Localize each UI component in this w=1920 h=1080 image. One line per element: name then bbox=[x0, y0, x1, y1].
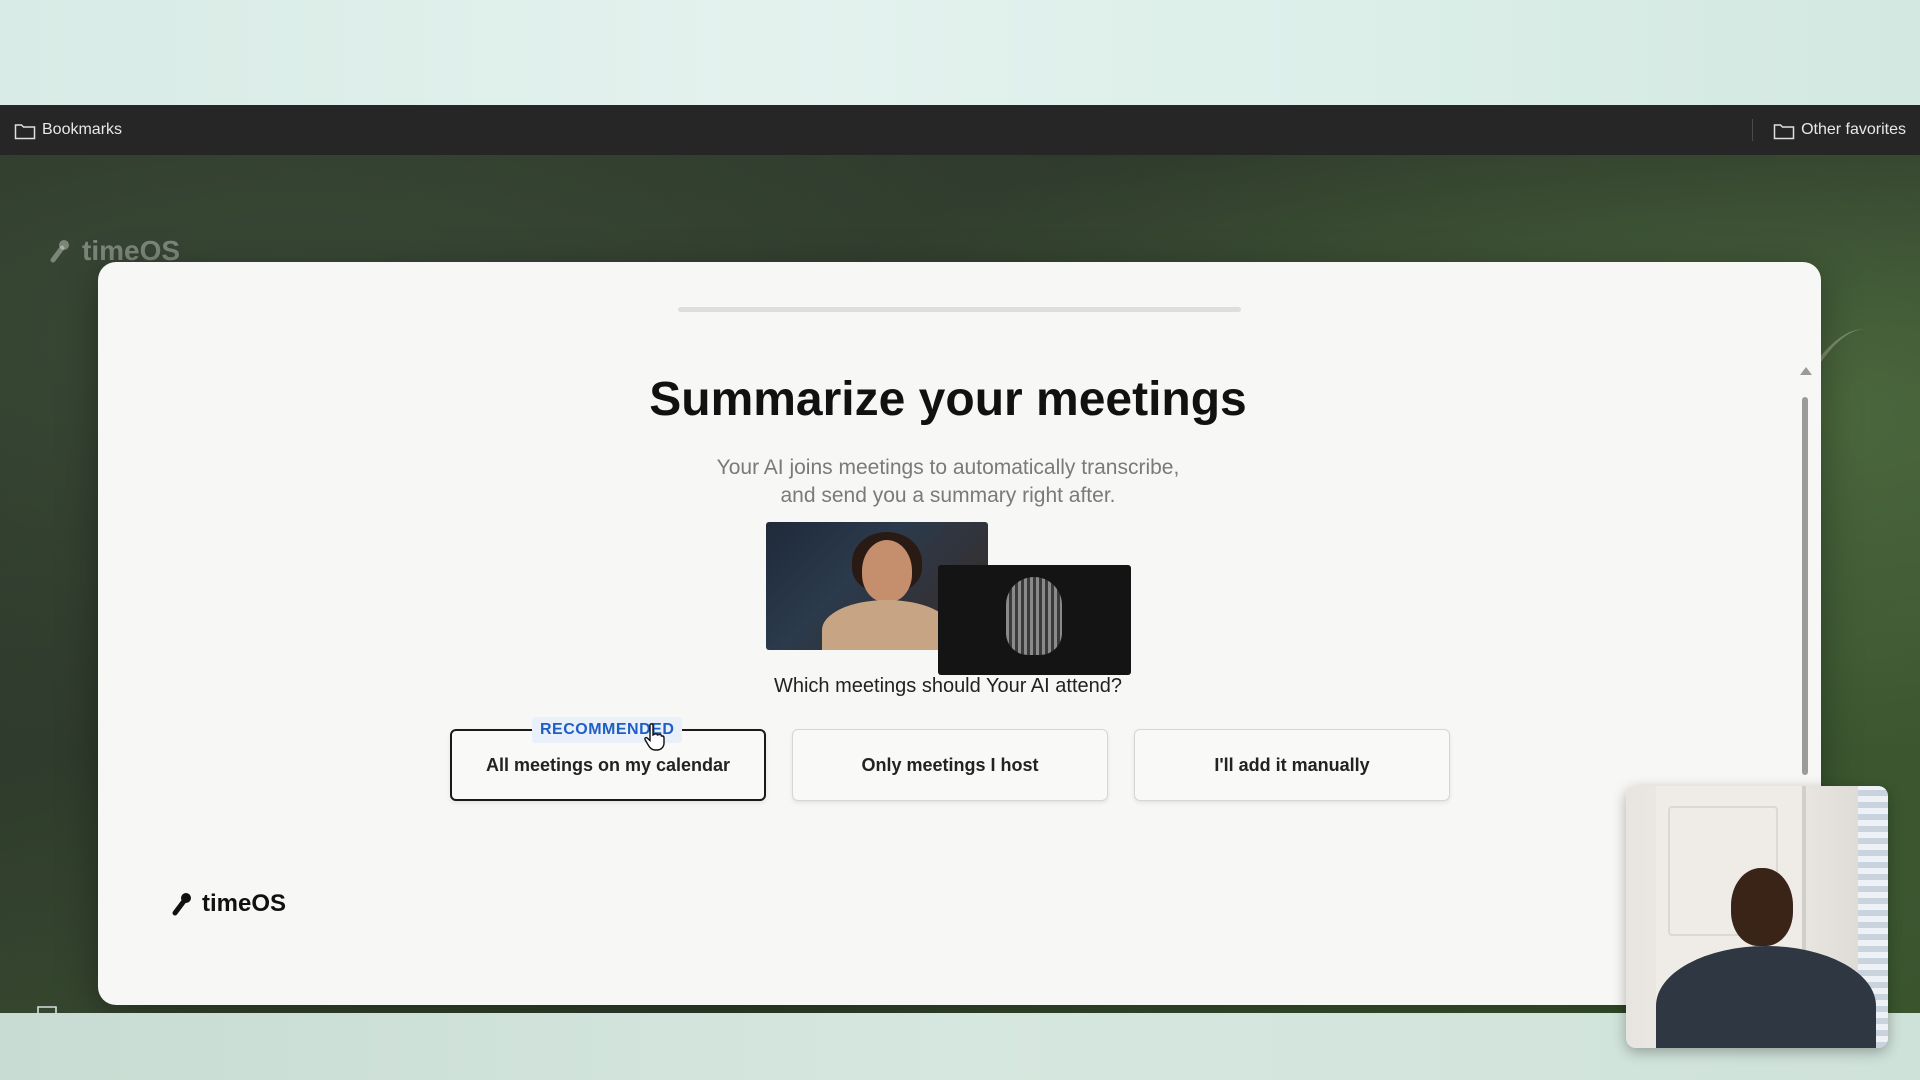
bookmarks-bar: Bookmarks Other favorites bbox=[0, 105, 1920, 155]
webcam-person-head bbox=[1731, 868, 1793, 946]
scroll-thumb[interactable] bbox=[1802, 397, 1808, 775]
brand-name: timeOS bbox=[202, 890, 287, 917]
attendance-options: RECOMMENDED All meetings on my calendar … bbox=[450, 717, 1450, 801]
progress-bar bbox=[678, 307, 1241, 312]
meeting-illustration bbox=[766, 522, 1136, 682]
scroll-up-arrow-icon[interactable] bbox=[1800, 367, 1812, 375]
chat-icon[interactable] bbox=[36, 1005, 58, 1013]
attendance-question: Which meetings should Your AI attend? bbox=[773, 675, 1122, 697]
option-label: I'll add it manually bbox=[1214, 754, 1370, 775]
onboarding-modal: Summarize your meetings Your AI joins me… bbox=[98, 262, 1821, 1005]
option-label: Only meetings I host bbox=[861, 754, 1039, 775]
bookmarks-folder[interactable]: Bookmarks bbox=[14, 121, 123, 140]
timeos-logo-icon bbox=[172, 893, 191, 916]
pointer-cursor-icon bbox=[643, 722, 665, 752]
subtitle-line-2: and send you a summary right after. bbox=[780, 484, 1116, 507]
other-favorites-folder[interactable]: Other favorites bbox=[1773, 121, 1906, 140]
subtitle-line-1: Your AI joins meetings to automatically … bbox=[716, 456, 1180, 479]
option-add-manually[interactable]: I'll add it manually bbox=[1134, 729, 1450, 801]
video-thumbnail-microphone bbox=[938, 565, 1131, 675]
modal-scrollbar[interactable] bbox=[1798, 367, 1812, 807]
folder-icon bbox=[14, 122, 36, 140]
page-title: Summarize your meetings bbox=[649, 373, 1247, 426]
presenter-webcam bbox=[1626, 786, 1888, 1048]
timeos-logo-icon bbox=[50, 240, 69, 263]
bookmarks-label: Bookmarks bbox=[42, 121, 123, 138]
bookmarks-divider bbox=[1752, 119, 1754, 141]
desktop-frame-top bbox=[0, 0, 1920, 105]
page-subtitle: Your AI joins meetings to automatically … bbox=[98, 454, 1798, 510]
brand-logo: timeOS bbox=[168, 890, 286, 918]
folder-icon bbox=[1773, 122, 1795, 140]
option-label: All meetings on my calendar bbox=[485, 754, 731, 775]
other-favorites-label: Other favorites bbox=[1801, 121, 1906, 138]
option-meetings-i-host[interactable]: Only meetings I host bbox=[792, 729, 1108, 801]
option-all-meetings[interactable]: RECOMMENDED All meetings on my calendar bbox=[450, 717, 766, 801]
